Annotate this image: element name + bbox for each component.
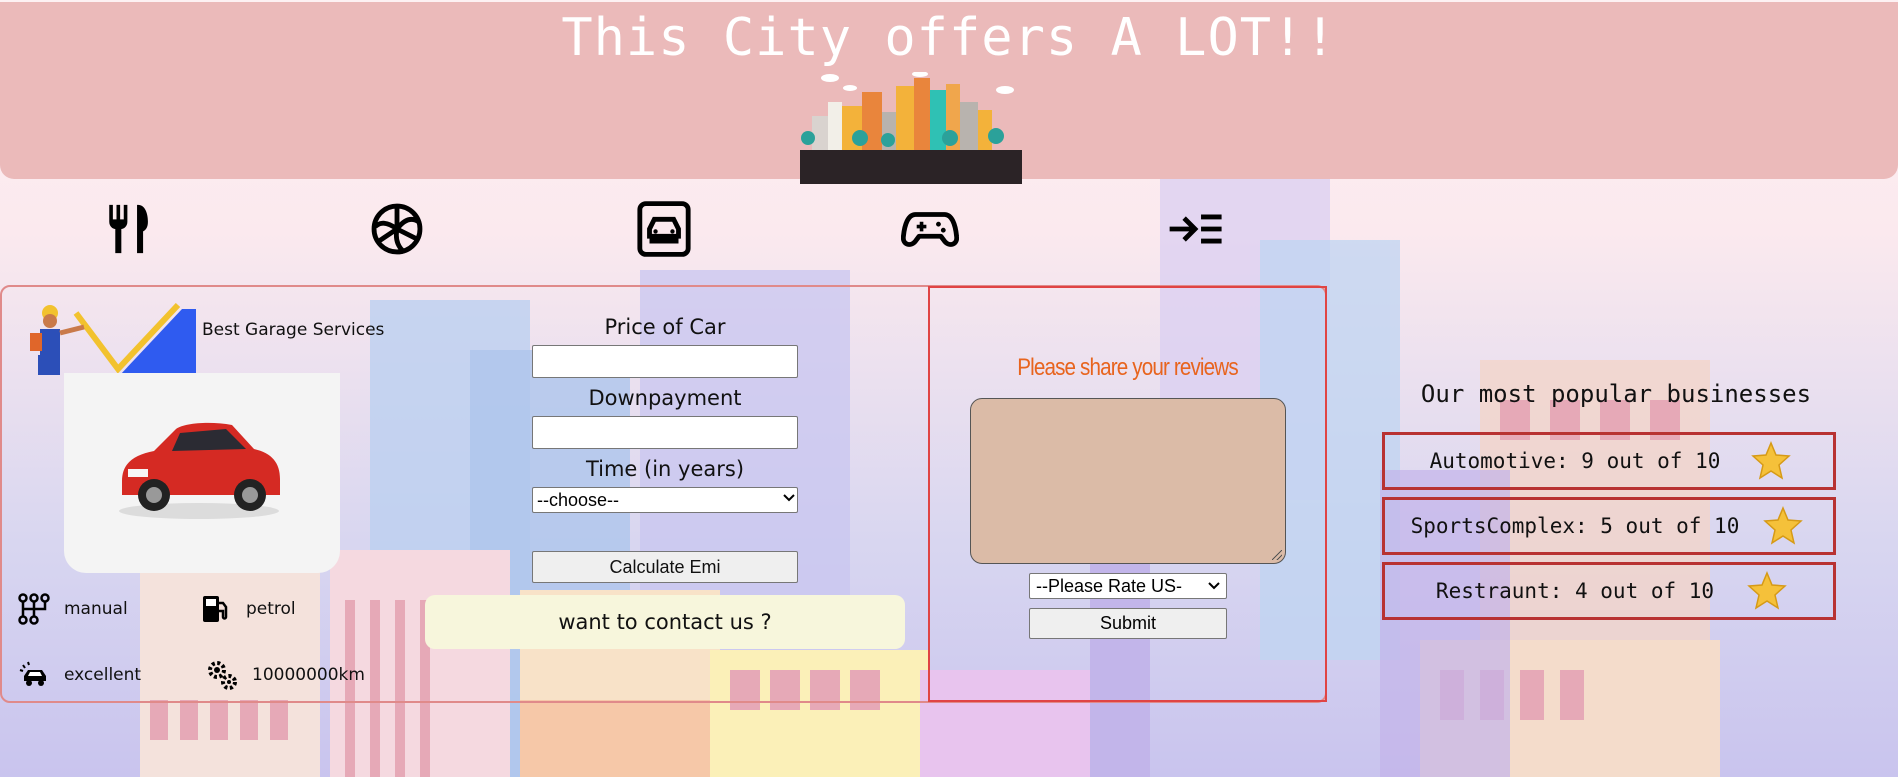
downpayment-input[interactable] [532,416,798,449]
car-image [64,373,340,573]
time-label: Time (in years) [585,457,745,481]
garage-name: Best Garage Services [202,320,385,340]
contact-us-button[interactable]: want to contact us ? [425,595,905,649]
spec-mileage-value: 10000000km [252,665,365,685]
spec-mileage: 10000000km [206,659,365,691]
business-label: SportsComplex: 5 out of 10 [1410,514,1740,538]
price-input[interactable] [532,345,798,378]
price-label: Price of Car [604,315,726,339]
gamepad-icon[interactable] [898,197,962,261]
spec-transmission-value: manual [64,599,128,619]
star-icon [1747,571,1787,616]
header-banner: This City offers A LOT!! [0,2,1898,184]
category-nav [0,197,1898,261]
time-select-value: --choose-- [537,489,620,510]
star-icon [1751,441,1791,486]
reviews-panel: Please share your reviews --Please Rate … [928,286,1327,702]
submit-review-button[interactable]: Submit [1029,608,1227,639]
business-label: Automotive: 9 out of 10 [1429,449,1721,473]
chevron-down-icon [1206,578,1222,598]
reviews-title: Please share your reviews [1017,354,1238,381]
spec-condition: excellent [18,659,141,691]
spec-fuel-value: petrol [246,599,296,619]
spec-condition-value: excellent [64,665,142,685]
indent-menu-icon[interactable] [1163,197,1227,261]
volleyball-icon[interactable] [365,197,429,261]
popular-title: Our most popular businesses [1420,380,1812,408]
city-skyline-image [800,71,1022,184]
calculate-emi-button[interactable]: Calculate Emi [532,551,798,583]
downpayment-label: Downpayment [588,386,742,410]
popular-businesses: Our most popular businesses Automotive: … [1382,380,1836,627]
business-label: Restraunt: 4 out of 10 [1435,579,1715,603]
star-icon [1763,506,1803,551]
fork-knife-icon[interactable] [99,197,163,261]
business-row-restraunt: Restraunt: 4 out of 10 [1382,562,1836,620]
business-row-sportscomplex: SportsComplex: 5 out of 10 [1382,497,1836,555]
chevron-down-icon [781,490,797,511]
car-icon[interactable] [632,197,696,261]
spec-fuel: petrol [200,593,296,625]
gas-pump-icon [200,593,232,625]
rating-select-value: --Please Rate US- [1036,575,1183,596]
emi-calculator: Price of Car Downpayment Time (in years)… [532,313,798,583]
gears-icon [206,659,238,691]
business-row-automotive: Automotive: 9 out of 10 [1382,432,1836,490]
gear-shift-icon [18,593,50,625]
garage-logo-image [10,302,196,375]
page-title: This City offers A LOT!! [561,8,1337,68]
car-sparkle-icon [18,659,50,691]
rating-select[interactable]: --Please Rate US- [1029,573,1227,599]
time-select[interactable]: --choose-- [532,487,798,513]
spec-transmission: manual [18,593,128,625]
review-textarea[interactable] [970,398,1286,564]
